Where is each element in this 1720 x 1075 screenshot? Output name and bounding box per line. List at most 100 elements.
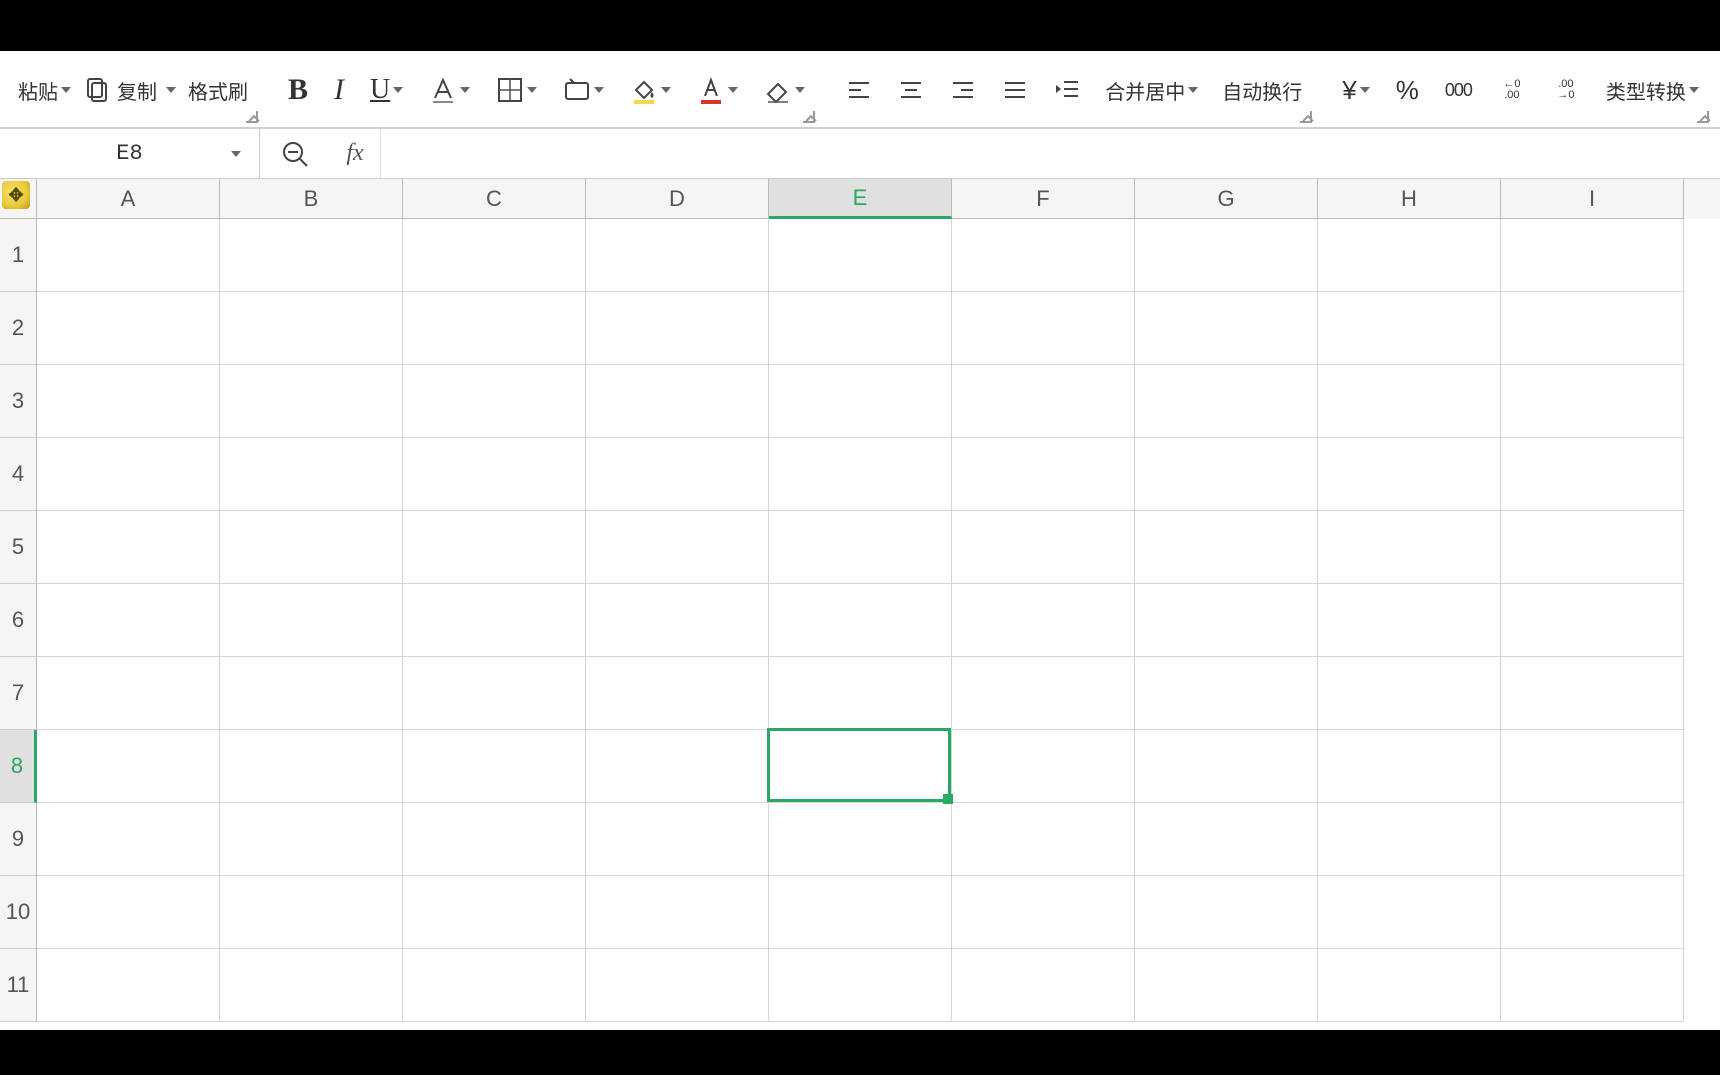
cell[interactable] — [1135, 584, 1318, 657]
cell[interactable] — [1135, 730, 1318, 803]
row-header[interactable]: 11 — [0, 949, 37, 1022]
cell[interactable] — [220, 365, 403, 438]
cell[interactable] — [37, 584, 220, 657]
cell-style-button[interactable] — [557, 72, 610, 108]
cell[interactable] — [769, 949, 952, 1022]
cell[interactable] — [220, 292, 403, 365]
cell[interactable] — [37, 511, 220, 584]
underline-button[interactable]: U — [364, 70, 409, 110]
column-header[interactable]: C — [403, 179, 586, 219]
cell[interactable] — [1501, 803, 1684, 876]
wrap-text-button[interactable]: 自动换行 — [1216, 72, 1308, 109]
italic-button[interactable]: I — [328, 69, 350, 111]
cell[interactable] — [37, 438, 220, 511]
cell[interactable] — [952, 876, 1135, 949]
cell[interactable] — [586, 219, 769, 292]
cell[interactable] — [1501, 730, 1684, 803]
cell[interactable] — [1135, 949, 1318, 1022]
type-convert-button[interactable]: 类型转换 — [1600, 72, 1705, 109]
column-header[interactable]: G — [1135, 179, 1318, 219]
cell[interactable] — [1318, 730, 1501, 803]
dialog-launcher-icon[interactable] — [1697, 111, 1709, 123]
cell[interactable] — [37, 730, 220, 803]
cell[interactable] — [952, 511, 1135, 584]
cell[interactable] — [403, 511, 586, 584]
cell[interactable] — [769, 511, 952, 584]
cell[interactable] — [1318, 657, 1501, 730]
cell[interactable] — [586, 292, 769, 365]
cell[interactable] — [952, 584, 1135, 657]
cell[interactable] — [1501, 511, 1684, 584]
cell[interactable] — [1501, 365, 1684, 438]
row-header[interactable]: 5 — [0, 511, 37, 584]
cell[interactable] — [1318, 511, 1501, 584]
cell[interactable] — [952, 438, 1135, 511]
row-header[interactable]: 6 — [0, 584, 37, 657]
cell[interactable] — [37, 365, 220, 438]
cell[interactable] — [1501, 949, 1684, 1022]
cell[interactable] — [220, 511, 403, 584]
column-header[interactable]: D — [586, 179, 769, 219]
cell[interactable] — [769, 876, 952, 949]
thousands-button[interactable]: 000 — [1439, 76, 1478, 105]
cell[interactable] — [403, 949, 586, 1022]
cell[interactable] — [1501, 292, 1684, 365]
cell[interactable] — [220, 219, 403, 292]
fx-label[interactable]: fx — [330, 129, 380, 178]
indent-button[interactable] — [1047, 72, 1087, 108]
dialog-launcher-icon[interactable] — [803, 111, 815, 123]
cell[interactable] — [586, 511, 769, 584]
cell[interactable] — [586, 730, 769, 803]
cell[interactable] — [220, 438, 403, 511]
cell[interactable] — [37, 219, 220, 292]
cell[interactable] — [952, 292, 1135, 365]
row-header[interactable]: 10 — [0, 876, 37, 949]
cell[interactable] — [769, 803, 952, 876]
cell[interactable] — [769, 365, 952, 438]
cell[interactable] — [403, 803, 586, 876]
row-header[interactable]: 2 — [0, 292, 37, 365]
cell[interactable] — [37, 657, 220, 730]
cell[interactable] — [403, 219, 586, 292]
row-header[interactable]: 9 — [0, 803, 37, 876]
column-header[interactable]: I — [1501, 179, 1684, 219]
cell[interactable] — [37, 803, 220, 876]
cell[interactable] — [1501, 584, 1684, 657]
cell[interactable] — [952, 803, 1135, 876]
cell[interactable] — [586, 949, 769, 1022]
font-color-button[interactable] — [691, 72, 744, 108]
merge-center-button[interactable]: 合并居中 — [1099, 72, 1204, 109]
cell[interactable] — [1135, 511, 1318, 584]
cell[interactable] — [952, 949, 1135, 1022]
row-header[interactable]: 7 — [0, 657, 37, 730]
cell[interactable] — [1135, 876, 1318, 949]
cell[interactable] — [769, 657, 952, 730]
cell[interactable] — [952, 657, 1135, 730]
cell[interactable] — [1318, 803, 1501, 876]
cell[interactable] — [403, 365, 586, 438]
align-right-button[interactable] — [943, 72, 983, 108]
cell[interactable] — [1135, 803, 1318, 876]
cell[interactable] — [220, 949, 403, 1022]
column-header[interactable]: H — [1318, 179, 1501, 219]
cell[interactable] — [769, 730, 952, 803]
cell[interactable] — [769, 438, 952, 511]
percent-button[interactable]: % — [1390, 71, 1425, 110]
cell[interactable] — [1318, 438, 1501, 511]
cell[interactable] — [769, 292, 952, 365]
cell[interactable] — [1135, 365, 1318, 438]
column-header[interactable]: A — [37, 179, 220, 219]
cell[interactable] — [1135, 219, 1318, 292]
cell[interactable] — [1501, 657, 1684, 730]
fill-color-button[interactable] — [624, 72, 677, 108]
align-center-button[interactable] — [891, 72, 931, 108]
row-header[interactable]: 1 — [0, 219, 37, 292]
cell[interactable] — [769, 584, 952, 657]
cell[interactable] — [1318, 292, 1501, 365]
cell[interactable] — [403, 292, 586, 365]
dialog-launcher-icon[interactable] — [1300, 111, 1312, 123]
copy-button[interactable]: 复制 — [77, 72, 182, 109]
borders-button[interactable] — [490, 72, 543, 108]
cell[interactable] — [952, 219, 1135, 292]
align-justify-button[interactable] — [995, 72, 1035, 108]
